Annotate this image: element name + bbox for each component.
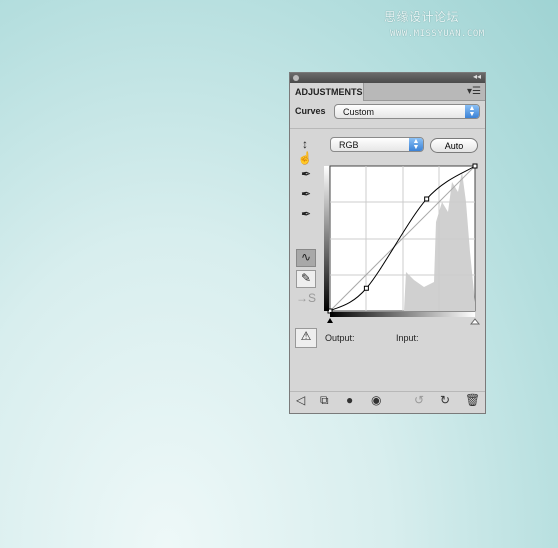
preset-select[interactable]: Custom ▲ ▼	[334, 104, 480, 119]
channel-select[interactable]: RGB ▲ ▼	[330, 137, 424, 152]
channel-value: RGB	[339, 140, 359, 150]
previous-state-icon[interactable]: ↺	[414, 393, 424, 407]
watermark-cn: 思缘设计论坛	[384, 10, 460, 24]
chevron-updown-icon: ▲ ▼	[409, 138, 423, 151]
curves-label: Curves	[295, 106, 326, 116]
smooth-icon[interactable]: →S	[296, 291, 316, 309]
watermark-url: WWW.MISSYUAN.COM	[390, 29, 485, 39]
input-gradient	[330, 312, 475, 317]
auto-button[interactable]: Auto	[430, 138, 478, 153]
hand-adjust-icon[interactable]: ↕☝	[295, 137, 315, 165]
curve-point[interactable]	[363, 285, 369, 291]
collapse-icon[interactable]: ◂◂	[473, 72, 481, 81]
black-point-slider[interactable]	[327, 318, 333, 323]
output-gradient	[324, 166, 329, 311]
preset-value: Custom	[343, 107, 375, 117]
curves-graph[interactable]	[324, 162, 484, 327]
close-icon[interactable]	[293, 75, 299, 81]
panel-menu-icon[interactable]: ▾☰	[467, 86, 481, 97]
input-label: Input:	[396, 333, 419, 343]
watermark: 思缘设计论坛 WWW.MISSYUAN.COM	[384, 8, 558, 39]
chevron-updown-icon: ▲ ▼	[465, 105, 479, 118]
clip-layer-icon[interactable]: ●	[346, 393, 353, 407]
black-eyedropper-icon[interactable]: ✒	[296, 167, 316, 185]
clipping-warning-icon[interactable]: ⚠	[295, 328, 317, 348]
visibility-icon[interactable]: ◉	[371, 393, 381, 407]
curve-edit-icon[interactable]: ∿	[296, 249, 316, 267]
gray-eyedropper-icon[interactable]: ✒	[296, 187, 316, 205]
tab-adjustments[interactable]: ADJUSTMENTS	[290, 83, 364, 101]
output-label: Output:	[325, 333, 355, 343]
panel-titlebar[interactable]: ◂◂	[290, 72, 485, 83]
pencil-icon[interactable]: ✎	[296, 270, 316, 288]
back-icon[interactable]: ◁	[296, 393, 305, 407]
expand-icon[interactable]: ⧉	[320, 393, 329, 408]
reset-icon[interactable]: ↻	[440, 393, 450, 407]
trash-icon[interactable]: 🗑	[465, 393, 480, 407]
curve-point[interactable]	[424, 196, 430, 202]
white-eyedropper-icon[interactable]: ✒	[296, 207, 316, 225]
curve-point[interactable]	[472, 163, 478, 169]
white-point-slider[interactable]	[469, 318, 481, 325]
